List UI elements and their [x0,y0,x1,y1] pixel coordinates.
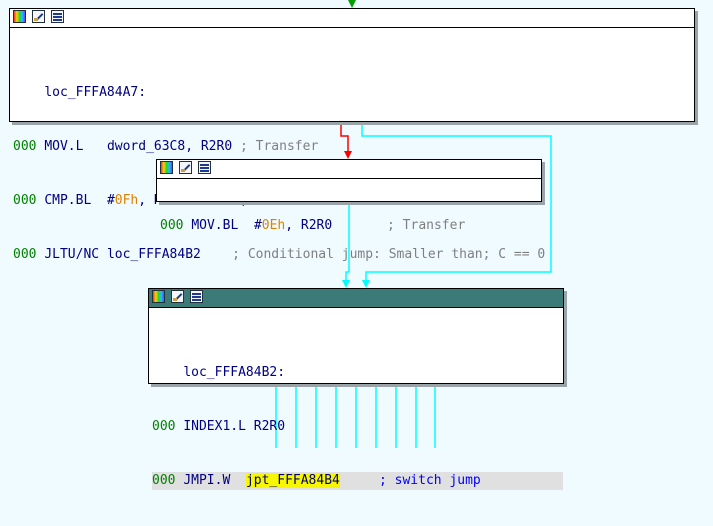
graph-view-icon[interactable] [190,290,203,303]
jump-table-symbol[interactable]: jpt_FFFA84B4 [245,473,340,488]
address-prefix: 000 [13,247,37,262]
label-line[interactable]: loc_FFFA84B2: [152,364,563,382]
operand-prefix: # [253,218,262,233]
address-prefix: 000 [13,139,37,154]
edit-pen-icon[interactable] [179,161,192,174]
edit-pen-icon[interactable] [171,290,184,303]
address-prefix: 000 [152,473,176,488]
operands[interactable]: R2R0 [254,419,285,434]
instruction-line[interactable]: 000 MOV.L dword_63C8, R2R0 ; Transfer [13,138,694,156]
address-prefix: 000 [152,419,176,434]
instruction-line[interactable]: 000 INDEX1.L R2R0 [152,418,563,436]
mnemonic[interactable]: MOV.L [44,139,83,154]
color-palette-icon[interactable] [152,290,165,303]
code-block-loc-fffa84b2[interactable]: loc_FFFA84B2: 000 INDEX1.L R2R0 000 JMPI… [148,288,564,490]
entry-arrow [348,0,356,8]
block-titlebar-active[interactable] [149,289,563,308]
mnemonic[interactable]: JMPI.W [183,473,230,488]
color-palette-icon[interactable] [160,161,173,174]
mnemonic[interactable]: INDEX1.L [183,419,246,434]
immediate-value[interactable]: 0Eh [262,218,285,233]
block-titlebar[interactable] [10,9,694,28]
mnemonic[interactable]: MOV.BL [191,218,238,233]
operands[interactable]: dword_63C8, R2R0 [107,139,232,154]
graph-view-icon[interactable] [51,10,64,23]
label-line[interactable]: loc_FFFA84A7: [13,84,694,102]
code-block-mov-bl[interactable]: 000 MOV.BL #0Eh, R2R0 ; Transfer [156,159,542,233]
immediate-value[interactable]: 0Fh [115,193,138,208]
block-titlebar[interactable] [157,160,541,179]
address-prefix: 000 [160,218,184,233]
comment: ; Transfer [387,218,466,233]
mnemonic[interactable]: JLTU/NC [44,247,99,262]
comment: ; Transfer [240,139,319,154]
instruction-line-selected[interactable]: 000 JMPI.W jpt_FFFA84B4 ; switch jump [152,472,563,490]
instruction-line[interactable]: 000 MOV.BL #0Eh, R2R0 ; Transfer [160,217,541,235]
operands[interactable]: , R2R0 [285,218,332,233]
edit-pen-icon[interactable] [32,10,45,23]
graph-view-icon[interactable] [198,161,211,174]
address-prefix: 000 [13,193,37,208]
block-label[interactable]: loc_FFFA84B2: [183,365,285,380]
color-palette-icon[interactable] [13,10,26,23]
operand-prefix: # [106,193,115,208]
comment: ; switch jump [379,473,481,488]
block-label[interactable]: loc_FFFA84A7: [44,85,146,100]
mnemonic[interactable]: CMP.BL [44,193,91,208]
code-block-loc-fffa84a7[interactable]: loc_FFFA84A7: 000 MOV.L dword_63C8, R2R0… [9,8,695,262]
